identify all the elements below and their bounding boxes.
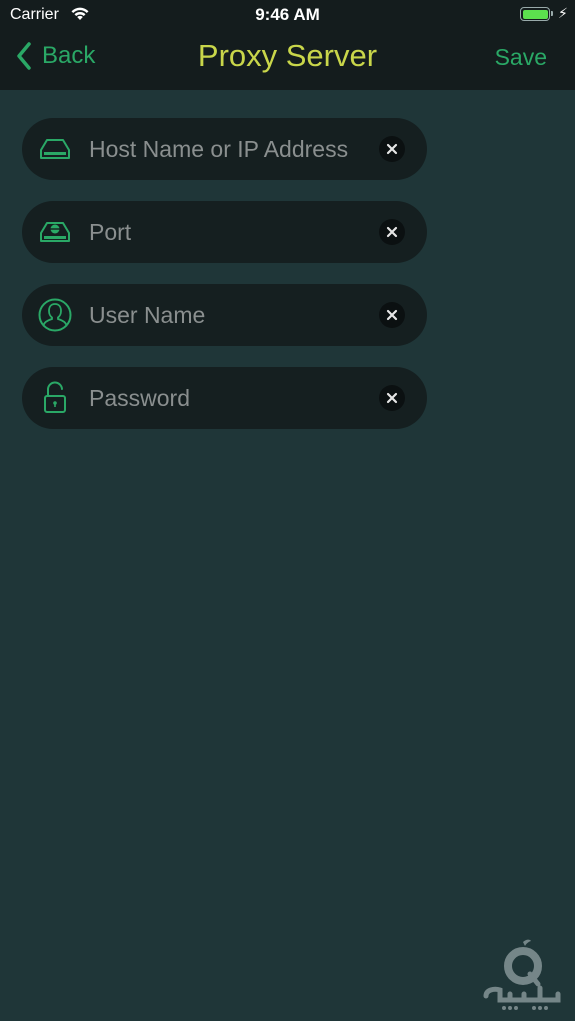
host-field [22,118,427,180]
clear-port-button[interactable] [379,219,405,245]
watermark-logo [483,939,561,1010]
drive-port-icon [40,222,70,242]
battery-icon [520,7,553,21]
port-field [22,201,427,263]
save-button[interactable]: Save [495,44,547,71]
close-icon [386,226,398,238]
drive-icon [40,139,70,159]
clear-host-button[interactable] [379,136,405,162]
username-field [22,284,427,346]
top-bar: Carrier 9:46 AM ⚡︎ Back Proxy Server Sav… [0,0,575,90]
page-title: Proxy Server [197,38,378,73]
clock: 9:46 AM [255,5,320,24]
charging-bolt-icon: ⚡︎ [558,5,568,21]
password-input[interactable] [89,367,369,429]
close-icon [386,392,398,404]
user-icon [38,298,72,332]
clear-username-button[interactable] [379,302,405,328]
navigation-bar: Back Proxy Server Save [0,30,575,90]
close-icon [386,143,398,155]
port-input[interactable] [89,201,369,263]
clear-password-button[interactable] [379,385,405,411]
host-input[interactable] [89,118,369,180]
status-bar: Carrier 9:46 AM ⚡︎ [0,0,575,30]
proxy-form [22,118,427,450]
close-icon [386,309,398,321]
unlock-icon [44,381,66,413]
password-field [22,367,427,429]
username-input[interactable] [89,284,369,346]
